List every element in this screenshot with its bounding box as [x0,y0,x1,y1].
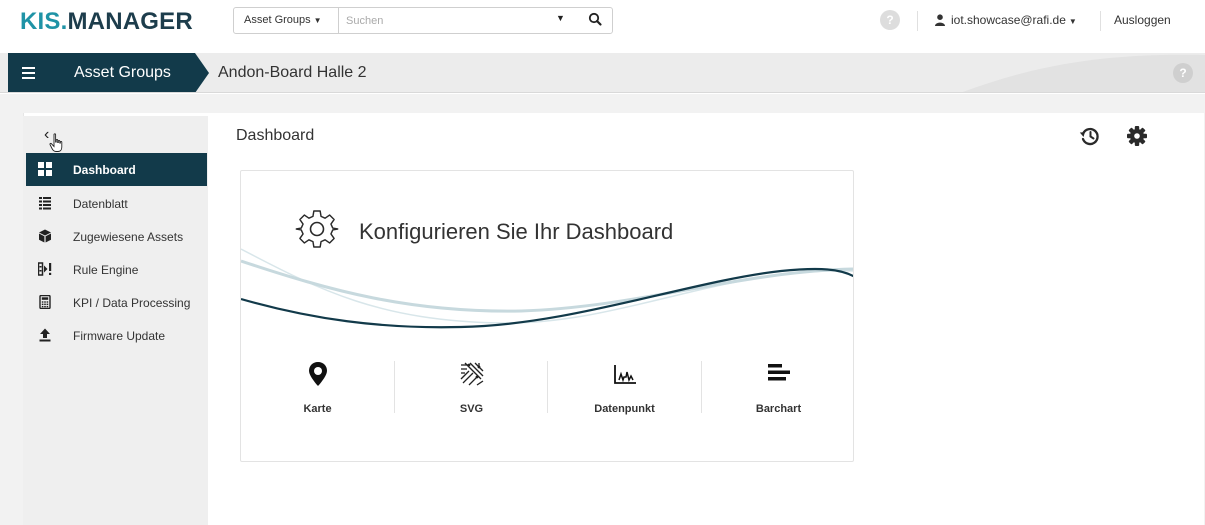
search-dropdown-caret-icon[interactable]: ▼ [556,13,565,23]
svg-circuit-icon [460,362,484,386]
user-email: iot.showcase@rafi.de [951,13,1066,27]
upload-icon [39,328,51,342]
breadcrumb-asset-groups[interactable]: Asset Groups [48,53,195,92]
sidebar-item-label: Datenblatt [73,197,128,211]
hand-cursor-icon [49,133,63,152]
page-title: Dashboard [236,127,315,144]
search-input[interactable] [346,11,546,30]
sidebar-item-zugewiesene-assets[interactable]: Zugewiesene Assets [26,220,207,253]
widget-label: Barchart [755,403,802,415]
help-icon[interactable]: ? [1173,63,1193,83]
search-bar: Asset Groups▼ ▼ [233,7,613,34]
logo-part-manager: MANAGER [67,8,193,35]
search-scope-label: Asset Groups [244,14,311,26]
history-icon[interactable] [1078,124,1102,148]
widget-datenpunkt[interactable]: Datenpunkt [548,361,701,419]
top-bar: KIS.MANAGER Asset Groups▼ ▼ ? iot.showca… [0,0,1205,46]
sidebar-item-dashboard[interactable]: Dashboard [26,153,207,186]
sidebar-item-kpi-data-processing[interactable]: KPI / Data Processing [26,286,207,319]
chevron-down-icon: ▼ [313,16,322,25]
hamburger-menu-icon[interactable] [8,53,48,92]
breadcrumb-bar: Asset Groups Andon-Board Halle 2 ? [0,53,1205,93]
sidebar-item-label: Dashboard [73,163,136,177]
cube-icon [39,229,51,243]
configure-dashboard-card: Konfigurieren Sie Ihr Dashboard Karte SV… [240,170,854,462]
search-icon[interactable] [586,10,606,30]
breadcrumb-current: Andon-Board Halle 2 [218,64,367,81]
divider [1100,11,1101,31]
widget-label: Karte [303,403,332,415]
search-scope-dropdown[interactable]: Asset Groups ▼ [234,8,339,33]
sidebar-item-datenblatt[interactable]: Datenblatt [26,187,207,220]
barchart-icon [768,364,790,381]
widget-barchart[interactable]: Barchart [702,361,853,419]
configure-gear-icon [295,210,339,248]
logo-part-kis: KIS. [20,8,68,35]
sidebar-item-label: KPI / Data Processing [73,296,191,310]
widget-label: Datenpunkt [594,403,655,415]
list-icon [39,197,51,210]
map-marker-icon [309,362,327,386]
widget-karte[interactable]: Karte [241,361,394,419]
user-menu[interactable]: iot.showcase@rafi.de ▼ [935,13,1077,27]
sidebar-item-rule-engine[interactable]: Rule Engine [26,253,207,286]
breadcrumb-arrow [195,53,209,92]
datapoint-chart-icon [614,365,636,384]
widget-label: SVG [459,403,484,415]
sidebar-item-label: Rule Engine [73,263,139,277]
sidebar-item-firmware-update[interactable]: Firmware Update [26,319,207,352]
card-title: Konfigurieren Sie Ihr Dashboard [359,219,674,244]
sidebar-item-label: Zugewiesene Assets [73,230,184,244]
chevron-down-icon: ▼ [1068,17,1077,26]
logout-link[interactable]: Ausloggen [1114,13,1171,27]
app-logo[interactable]: KIS.MANAGER [20,8,193,36]
grid-icon [38,162,52,176]
calculator-icon [39,295,51,309]
settings-gear-icon[interactable] [1125,124,1149,148]
help-icon[interactable]: ? [880,10,900,30]
rule-engine-icon [38,262,52,276]
sidebar-item-label: Firmware Update [73,329,166,343]
divider [917,11,918,31]
user-icon [935,14,945,26]
widget-svg[interactable]: SVG [395,361,548,419]
